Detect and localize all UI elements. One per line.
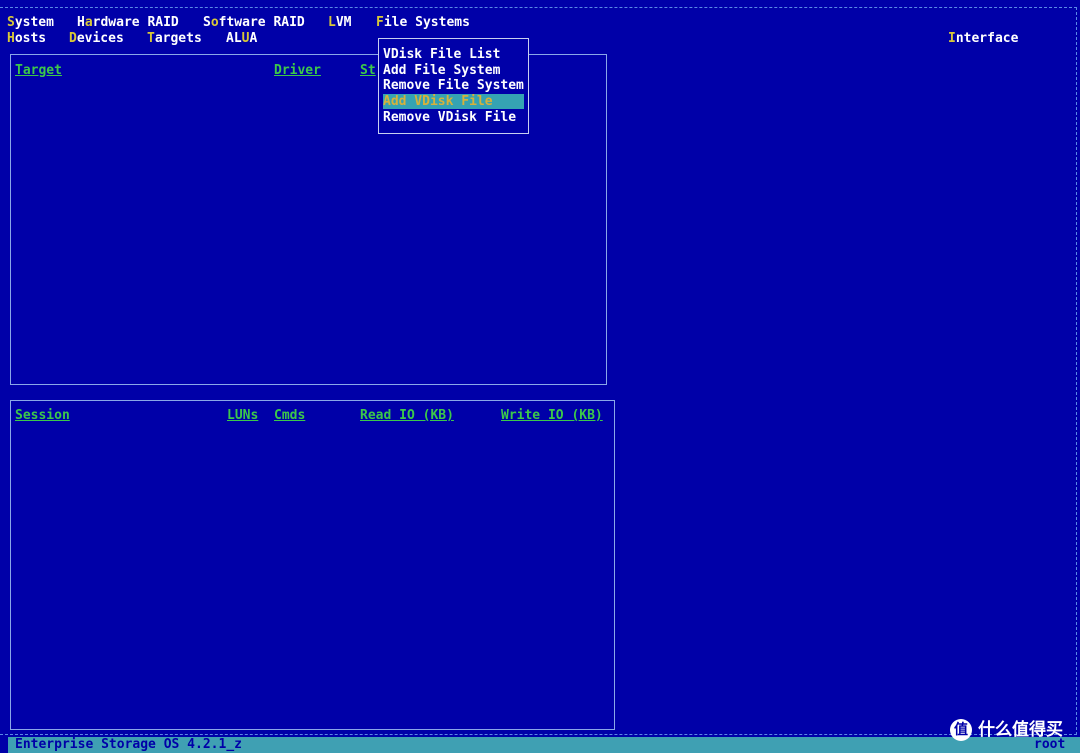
menu-item-add-vdisk-file[interactable]: Add VDisk File bbox=[383, 94, 524, 109]
menu-item-vdisk-file-list[interactable]: VDisk File List bbox=[383, 47, 500, 62]
column-header-target[interactable]: Target bbox=[15, 63, 62, 78]
logo-text: 什么值得买 bbox=[978, 719, 1063, 740]
menu-file-systems[interactable]: File Systems bbox=[376, 15, 470, 30]
menu-targets[interactable]: Targets bbox=[147, 31, 202, 46]
column-header-status[interactable]: St bbox=[360, 63, 376, 78]
menu-item-remove-file-system[interactable]: Remove File System bbox=[383, 78, 524, 93]
file-systems-dropdown: VDisk File List Add File System Remove F… bbox=[378, 38, 529, 134]
menu-software-raid[interactable]: Software RAID bbox=[203, 15, 305, 30]
column-header-cmds[interactable]: Cmds bbox=[274, 408, 305, 423]
menu-interface[interactable]: Interface bbox=[948, 31, 1018, 46]
sessions-panel[interactable]: Session LUNs Cmds Read IO (KB) Write IO … bbox=[10, 400, 615, 730]
menu-alua[interactable]: ALUA bbox=[226, 31, 257, 46]
status-bar: Enterprise Storage OS 4.2.1_z root bbox=[8, 737, 1080, 753]
column-header-session[interactable]: Session bbox=[15, 408, 70, 423]
column-header-read-io[interactable]: Read IO (KB) bbox=[360, 408, 454, 423]
watermark-logo: 值 什么值得买 bbox=[950, 717, 1063, 743]
menu-lvm[interactable]: LVM bbox=[328, 15, 351, 30]
menu-hosts[interactable]: Hosts bbox=[7, 31, 46, 46]
menu-item-remove-vdisk-file[interactable]: Remove VDisk File bbox=[383, 110, 516, 125]
logo-icon: 值 bbox=[950, 719, 972, 741]
menu-hardware-raid[interactable]: Hardware RAID bbox=[77, 15, 179, 30]
os-version-label: Enterprise Storage OS 4.2.1_z bbox=[15, 737, 242, 752]
menu-devices[interactable]: Devices bbox=[69, 31, 124, 46]
menu-system[interactable]: System bbox=[7, 15, 54, 30]
menu-item-add-file-system[interactable]: Add File System bbox=[383, 63, 500, 78]
column-header-luns[interactable]: LUNs bbox=[227, 408, 258, 423]
column-header-driver[interactable]: Driver bbox=[274, 63, 321, 78]
column-header-write-io[interactable]: Write IO (KB) bbox=[501, 408, 603, 423]
